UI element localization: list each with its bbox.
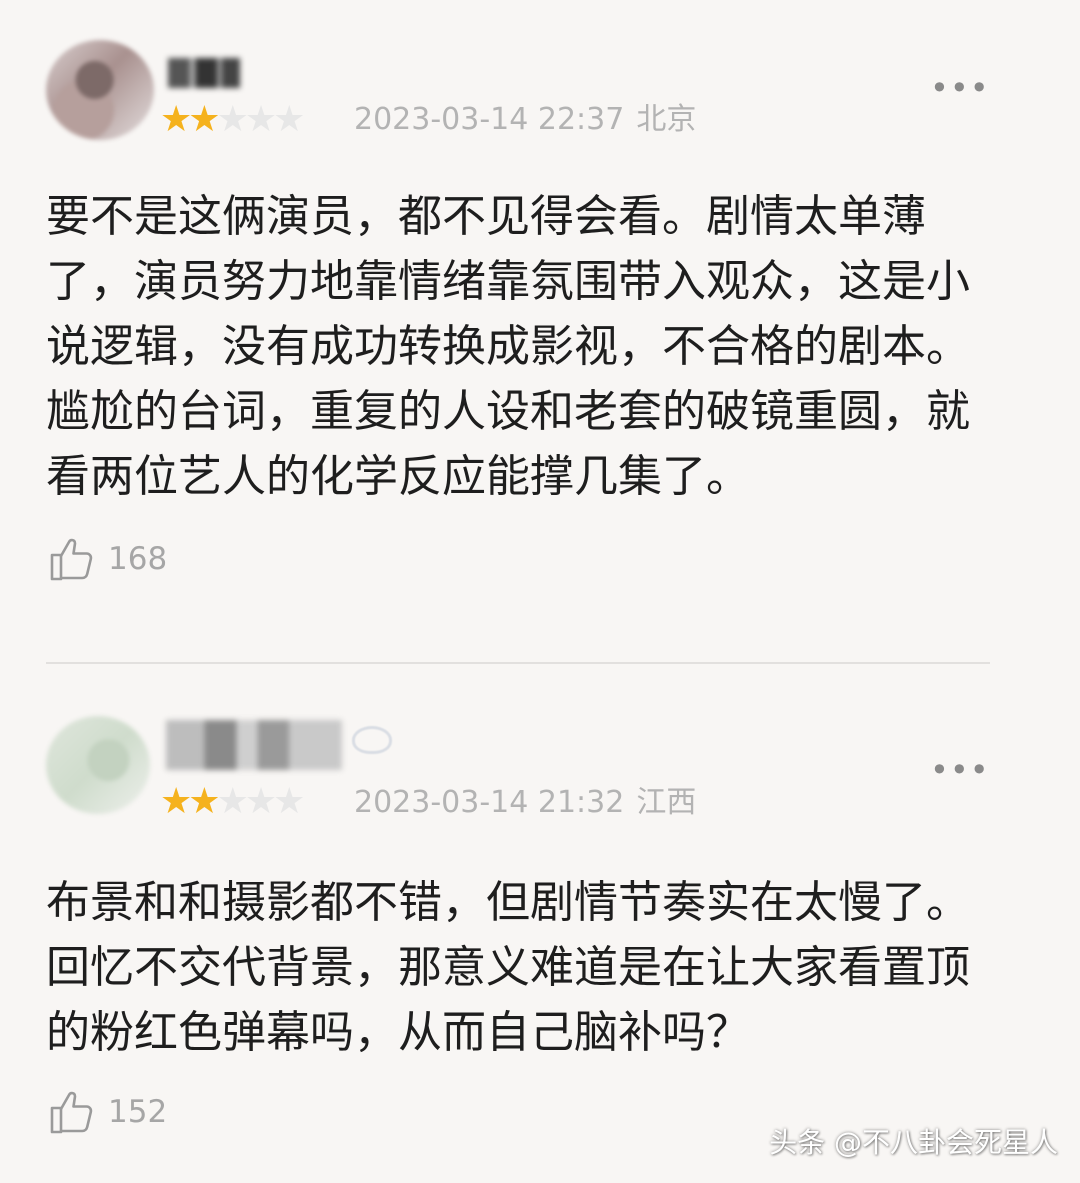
- avatar[interactable]: [46, 40, 154, 140]
- comment-date: 2023-03-14 21:32: [354, 785, 625, 820]
- star-rating: ★★★★★: [160, 99, 305, 140]
- star-icon: ★: [216, 99, 249, 140]
- comment-location: 北京: [636, 102, 697, 137]
- divider: [46, 662, 990, 664]
- star-icon: ★: [216, 781, 249, 822]
- star-icon: ★: [244, 99, 277, 140]
- comment-meta: 2023-03-14 21:32 江西: [354, 783, 696, 823]
- star-icon: ★: [160, 99, 192, 140]
- watermark: 头条 @不八卦会死星人: [769, 1126, 1058, 1159]
- comment-text: 要不是这俩演员，都不见得会看。剧情太单薄了，演员努力地靠情绪靠氛围带入观众，这是…: [46, 191, 970, 502]
- comment-card: ★★★★★ 2023-03-14 21:32 江西 ••• 布景和和摄影都不错，但…: [0, 680, 1080, 1183]
- username-blurred[interactable]: [168, 58, 240, 88]
- like-button[interactable]: 152: [48, 1087, 167, 1137]
- more-horizontal-icon[interactable]: •••: [930, 72, 990, 104]
- star-icon: ★: [273, 99, 305, 140]
- star-icon: ★: [188, 99, 220, 140]
- thumbs-up-icon: [50, 538, 93, 581]
- star-icon: ★: [244, 781, 277, 822]
- comment-date: 2023-03-14 22:37: [354, 102, 625, 137]
- badge-icon: [352, 726, 392, 754]
- like-count: 168: [108, 541, 168, 577]
- comment-meta: 2023-03-14 22:37 北京: [354, 100, 696, 140]
- comment-card: ★★★★★ 2023-03-14 22:37 北京 ••• 要不是这俩演员，都不见…: [0, 0, 1080, 640]
- like-button[interactable]: 168: [48, 534, 167, 584]
- like-count: 152: [108, 1094, 168, 1130]
- star-icon: ★: [160, 781, 192, 822]
- star-icon: ★: [188, 781, 220, 822]
- star-icon: ★: [273, 781, 305, 822]
- comment-text: 布景和和摄影都不错，但剧情节奏实在太慢了。回忆不交代背景，那意义难道是在让大家看…: [46, 877, 970, 1058]
- avatar[interactable]: [46, 716, 150, 814]
- star-rating: ★★★★★: [160, 781, 305, 822]
- username-blurred[interactable]: [166, 720, 342, 770]
- comment-location: 江西: [636, 785, 697, 820]
- thumbs-up-icon: [50, 1091, 93, 1134]
- more-horizontal-icon[interactable]: •••: [930, 754, 990, 786]
